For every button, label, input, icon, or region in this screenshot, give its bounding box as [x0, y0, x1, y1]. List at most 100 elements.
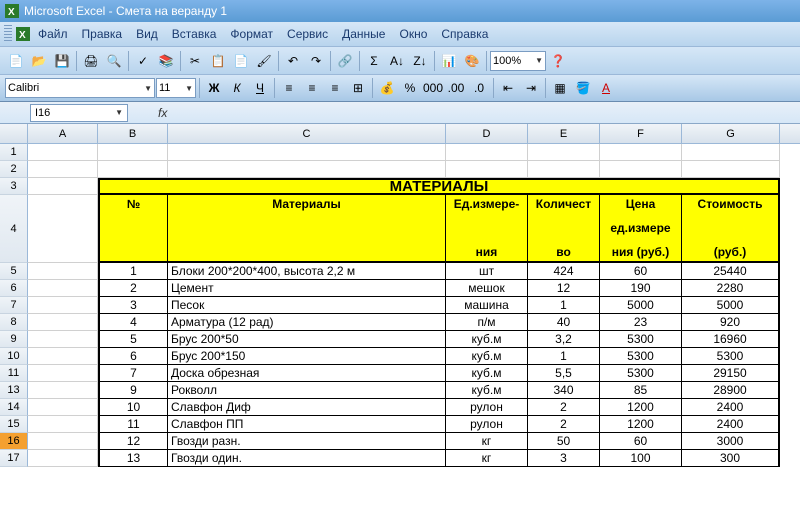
- header-cost[interactable]: Стоимость(руб.): [682, 195, 780, 263]
- menu-view[interactable]: Вид: [130, 24, 164, 44]
- drawing-button[interactable]: 🎨: [461, 50, 483, 72]
- cell[interactable]: [28, 161, 98, 178]
- col-header[interactable]: D: [446, 124, 528, 143]
- col-header[interactable]: C: [168, 124, 446, 143]
- row-header[interactable]: 10: [0, 348, 28, 365]
- name-box[interactable]: I16▼: [30, 104, 128, 122]
- menu-edit[interactable]: Правка: [76, 24, 129, 44]
- cell[interactable]: Рокволл: [168, 382, 446, 399]
- cell[interactable]: Гвозди один.: [168, 450, 446, 467]
- save-button[interactable]: 💾: [51, 50, 73, 72]
- cell[interactable]: Блоки 200*200*400, высота 2,2 м: [168, 263, 446, 280]
- research-button[interactable]: 📚: [155, 50, 177, 72]
- cell[interactable]: 2400: [682, 399, 780, 416]
- cell[interactable]: [528, 161, 600, 178]
- cell[interactable]: 10: [98, 399, 168, 416]
- header-qty[interactable]: Количество: [528, 195, 600, 263]
- menu-file[interactable]: Файл: [32, 24, 74, 44]
- cell[interactable]: [168, 144, 446, 161]
- cell[interactable]: 2: [98, 280, 168, 297]
- cell[interactable]: рулон: [446, 399, 528, 416]
- menu-data[interactable]: Данные: [336, 24, 391, 44]
- cell[interactable]: [28, 365, 98, 382]
- help-button[interactable]: ❓: [547, 50, 569, 72]
- cell[interactable]: 85: [600, 382, 682, 399]
- cell[interactable]: [168, 161, 446, 178]
- cell[interactable]: [28, 416, 98, 433]
- cell[interactable]: 2400: [682, 416, 780, 433]
- cell[interactable]: 7: [98, 365, 168, 382]
- font-select[interactable]: Calibri▼: [5, 78, 155, 98]
- cell[interactable]: [28, 195, 98, 263]
- cell[interactable]: Брус 200*50: [168, 331, 446, 348]
- cell[interactable]: [28, 280, 98, 297]
- cell[interactable]: 300: [682, 450, 780, 467]
- cell[interactable]: 190: [600, 280, 682, 297]
- cell[interactable]: 3: [528, 450, 600, 467]
- spell-button[interactable]: ✓: [132, 50, 154, 72]
- new-button[interactable]: 📄: [5, 50, 27, 72]
- cell[interactable]: [98, 161, 168, 178]
- cell[interactable]: 2280: [682, 280, 780, 297]
- menu-window[interactable]: Окно: [393, 24, 433, 44]
- cell[interactable]: 12: [98, 433, 168, 450]
- italic-button[interactable]: К: [226, 77, 248, 99]
- cell[interactable]: Гвозди разн.: [168, 433, 446, 450]
- row-header[interactable]: 6: [0, 280, 28, 297]
- align-right-button[interactable]: ≡: [324, 77, 346, 99]
- cell[interactable]: 3,2: [528, 331, 600, 348]
- fx-label[interactable]: fx: [158, 106, 167, 120]
- bold-button[interactable]: Ж: [203, 77, 225, 99]
- cell[interactable]: 5300: [600, 348, 682, 365]
- cell[interactable]: 29150: [682, 365, 780, 382]
- cell[interactable]: 16960: [682, 331, 780, 348]
- font-color-button[interactable]: A: [595, 77, 617, 99]
- cell[interactable]: [28, 263, 98, 280]
- cell[interactable]: 11: [98, 416, 168, 433]
- align-left-button[interactable]: ≡: [278, 77, 300, 99]
- cell[interactable]: 920: [682, 314, 780, 331]
- menu-help[interactable]: Справка: [435, 24, 494, 44]
- cut-button[interactable]: ✂: [184, 50, 206, 72]
- cell[interactable]: [28, 348, 98, 365]
- cell[interactable]: 3: [98, 297, 168, 314]
- fill-color-button[interactable]: 🪣: [572, 77, 594, 99]
- header-price[interactable]: Ценаед.измерения (руб.): [600, 195, 682, 263]
- undo-button[interactable]: ↶: [282, 50, 304, 72]
- percent-button[interactable]: %: [399, 77, 421, 99]
- col-header[interactable]: A: [28, 124, 98, 143]
- sum-button[interactable]: Σ: [363, 50, 385, 72]
- cell[interactable]: [600, 161, 682, 178]
- inc-indent-button[interactable]: ⇥: [520, 77, 542, 99]
- row-header[interactable]: 11: [0, 365, 28, 382]
- cell[interactable]: 25440: [682, 263, 780, 280]
- cell[interactable]: [28, 297, 98, 314]
- cell[interactable]: мешок: [446, 280, 528, 297]
- cell[interactable]: 28900: [682, 382, 780, 399]
- inc-decimal-button[interactable]: .00: [445, 77, 467, 99]
- cell[interactable]: Цемент: [168, 280, 446, 297]
- cell[interactable]: кг: [446, 450, 528, 467]
- cell[interactable]: 1200: [600, 399, 682, 416]
- underline-button[interactable]: Ч: [249, 77, 271, 99]
- cell[interactable]: 424: [528, 263, 600, 280]
- header-num[interactable]: №: [98, 195, 168, 263]
- dec-indent-button[interactable]: ⇤: [497, 77, 519, 99]
- cell[interactable]: п/м: [446, 314, 528, 331]
- align-center-button[interactable]: ≡: [301, 77, 323, 99]
- cell[interactable]: [28, 433, 98, 450]
- cell[interactable]: куб.м: [446, 348, 528, 365]
- cell[interactable]: 60: [600, 263, 682, 280]
- row-header[interactable]: 16: [0, 433, 28, 450]
- header-material[interactable]: Материалы: [168, 195, 446, 263]
- chart-button[interactable]: 📊: [438, 50, 460, 72]
- header-unit[interactable]: Ед.измере-ния: [446, 195, 528, 263]
- cell[interactable]: машина: [446, 297, 528, 314]
- cell[interactable]: [682, 144, 780, 161]
- cell[interactable]: [446, 144, 528, 161]
- cell[interactable]: 340: [528, 382, 600, 399]
- cell[interactable]: Брус 200*150: [168, 348, 446, 365]
- cell[interactable]: 1200: [600, 416, 682, 433]
- cell[interactable]: [28, 144, 98, 161]
- cell[interactable]: [446, 161, 528, 178]
